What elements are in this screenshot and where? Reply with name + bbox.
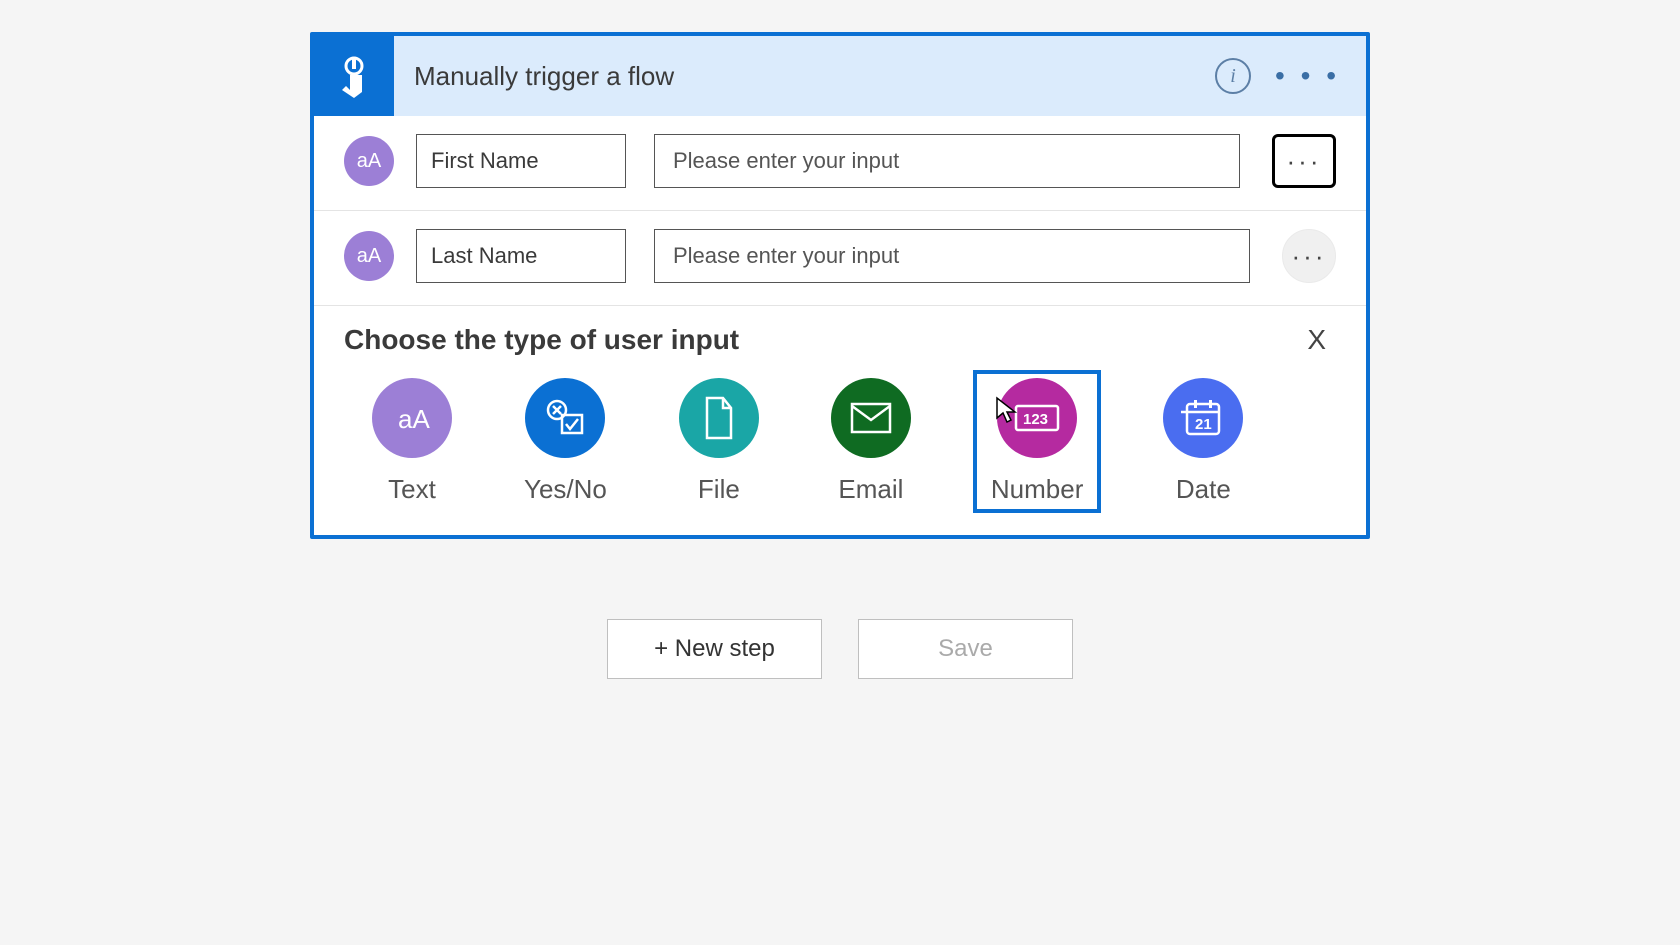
text-type-icon: aA xyxy=(344,231,394,281)
input-type-chooser: Choose the type of user input X aA Text xyxy=(314,306,1366,535)
type-date[interactable]: 21 Date xyxy=(1153,370,1253,513)
text-type-icon: aA xyxy=(344,136,394,186)
trigger-icon xyxy=(314,36,394,116)
number-icon: 123 xyxy=(997,378,1077,458)
input-label-field[interactable] xyxy=(416,229,626,283)
type-label: Email xyxy=(838,474,903,505)
type-number[interactable]: 123 Number xyxy=(973,370,1101,513)
input-row: aA ··· xyxy=(314,211,1366,306)
type-grid: aA Text xyxy=(344,370,1336,513)
file-icon xyxy=(679,378,759,458)
svg-text:21: 21 xyxy=(1195,416,1212,433)
type-label: File xyxy=(698,474,740,505)
save-button[interactable]: Save xyxy=(858,619,1073,679)
input-menu-button[interactable]: ··· xyxy=(1282,229,1336,283)
input-label-field[interactable] xyxy=(416,134,626,188)
trigger-card: Manually trigger a flow i • • • aA ··· a… xyxy=(310,32,1370,539)
input-value-field[interactable] xyxy=(654,134,1240,188)
trigger-menu-button[interactable]: • • • xyxy=(1275,62,1340,90)
trigger-body: aA ··· aA ··· Choose the type of user in… xyxy=(314,116,1366,535)
yesno-icon xyxy=(525,378,605,458)
new-step-button[interactable]: + New step xyxy=(607,619,822,679)
email-icon xyxy=(831,378,911,458)
chooser-title: Choose the type of user input xyxy=(344,324,739,356)
type-yesno[interactable]: Yes/No xyxy=(514,370,617,513)
close-icon[interactable]: X xyxy=(1297,324,1336,356)
trigger-header: Manually trigger a flow i • • • xyxy=(314,36,1366,116)
info-icon[interactable]: i xyxy=(1215,58,1251,94)
input-row: aA ··· xyxy=(314,116,1366,211)
input-value-field[interactable] xyxy=(654,229,1250,283)
type-label: Text xyxy=(388,474,436,505)
svg-text:123: 123 xyxy=(1023,411,1048,428)
svg-text:aA: aA xyxy=(398,404,430,434)
type-text[interactable]: aA Text xyxy=(362,370,462,513)
type-label: Number xyxy=(991,474,1083,505)
date-icon: 21 xyxy=(1163,378,1243,458)
text-icon: aA xyxy=(372,378,452,458)
type-email[interactable]: Email xyxy=(821,370,921,513)
type-file[interactable]: File xyxy=(669,370,769,513)
input-menu-button[interactable]: ··· xyxy=(1272,134,1336,188)
type-label: Date xyxy=(1176,474,1231,505)
type-label: Yes/No xyxy=(524,474,607,505)
trigger-title: Manually trigger a flow xyxy=(394,61,1215,92)
footer-buttons: + New step Save xyxy=(310,619,1370,679)
